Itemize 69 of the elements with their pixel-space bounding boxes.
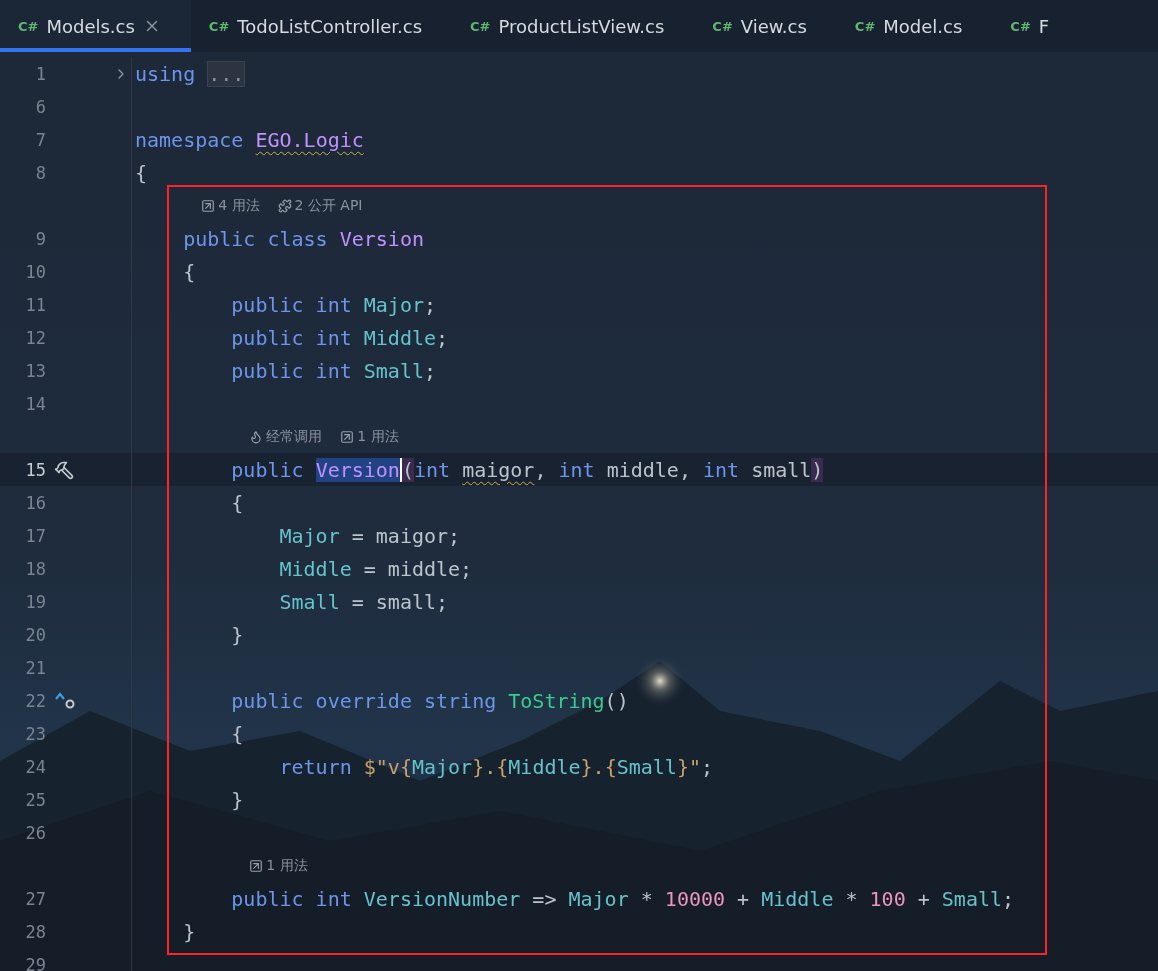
override-icon[interactable]: [54, 690, 76, 711]
code-line: }: [230, 622, 244, 647]
line-number: 10: [24, 261, 46, 282]
arrow-square-icon: [249, 858, 264, 873]
line-number: 7: [34, 129, 46, 150]
file-tab[interactable]: C# F: [992, 0, 1080, 52]
line-number: 8: [34, 162, 46, 183]
code-line: public override string ToString(): [230, 688, 629, 713]
code-line: Small = small;: [278, 589, 449, 614]
code-line: public int Middle;: [230, 325, 449, 350]
code-line: }: [182, 919, 196, 944]
code-line: {: [135, 160, 148, 185]
code-line: using ...: [135, 61, 246, 86]
code-line: {: [230, 721, 244, 746]
line-number: 6: [34, 96, 46, 117]
line-number: 22: [24, 690, 46, 711]
line-number: 1: [34, 63, 46, 84]
file-tab[interactable]: C# ProductListView.cs: [452, 0, 695, 52]
line-number: 24: [24, 756, 46, 777]
code-lens-hint[interactable]: 经常调用: [249, 424, 323, 449]
line-number: 20: [24, 624, 46, 645]
code-line: return $"v{Major}.{Middle}.{Small}";: [278, 754, 714, 779]
line-number: 13: [24, 360, 46, 381]
code-line: namespace EGO.Logic: [135, 127, 364, 152]
line-number: 21: [24, 657, 46, 678]
line-number: 23: [24, 723, 46, 744]
line-number: 29: [24, 954, 46, 971]
line-number: 16: [24, 492, 46, 513]
line-number: 9: [34, 228, 46, 249]
arrow-square-icon: [201, 198, 216, 213]
code-line: {: [230, 490, 244, 515]
csharp-file-icon: C#: [470, 18, 491, 34]
arrow-square-icon: [340, 429, 355, 444]
line-number: 27: [24, 888, 46, 909]
code-line: {: [182, 259, 196, 284]
code-line: public Version(int maigor, int middle, int small): [230, 457, 824, 482]
file-tab[interactable]: C# Models.cs: [0, 0, 191, 52]
puzzle-icon: [277, 198, 292, 213]
code-line: public class Version: [182, 226, 424, 251]
code-lens-hint[interactable]: 1 用法: [249, 853, 308, 878]
code-line: Middle = middle;: [278, 556, 473, 581]
line-number: 12: [24, 327, 46, 348]
code-line: }: [230, 787, 244, 812]
line-number: 26: [24, 822, 46, 843]
code-line: public int Major;: [230, 292, 437, 317]
code-line: public int VersionNumber => Major * 10000 + Middle * 100 + Small;: [230, 886, 1015, 911]
code-line: public int Small;: [230, 358, 437, 383]
code-lens-hint[interactable]: 2 公开 API: [277, 193, 363, 218]
file-tab[interactable]: C# TodoListController.cs: [190, 0, 453, 52]
line-number: 14: [24, 393, 46, 414]
flame-icon: [249, 429, 264, 444]
csharp-file-icon: C#: [712, 18, 733, 34]
file-tab[interactable]: C# View.cs: [694, 0, 837, 52]
line-number: 28: [24, 921, 46, 942]
line-number: 17: [24, 525, 46, 546]
line-number: 19: [24, 591, 46, 612]
csharp-file-icon: C#: [854, 18, 876, 34]
file-tab[interactable]: C# Model.cs: [836, 0, 993, 52]
hammer-icon[interactable]: [54, 459, 74, 480]
code-lens-hint[interactable]: 4 用法: [201, 193, 260, 218]
code-line: Major = maigor;: [278, 523, 461, 548]
csharp-file-icon: C#: [18, 18, 39, 34]
csharp-file-icon: C#: [1010, 18, 1031, 34]
line-number: 11: [24, 294, 46, 315]
line-number: 15: [24, 459, 46, 480]
csharp-file-icon: C#: [208, 18, 230, 34]
code-lens-hint[interactable]: 1 用法: [340, 424, 399, 449]
line-number: 18: [24, 558, 46, 579]
line-number: 25: [24, 789, 46, 810]
